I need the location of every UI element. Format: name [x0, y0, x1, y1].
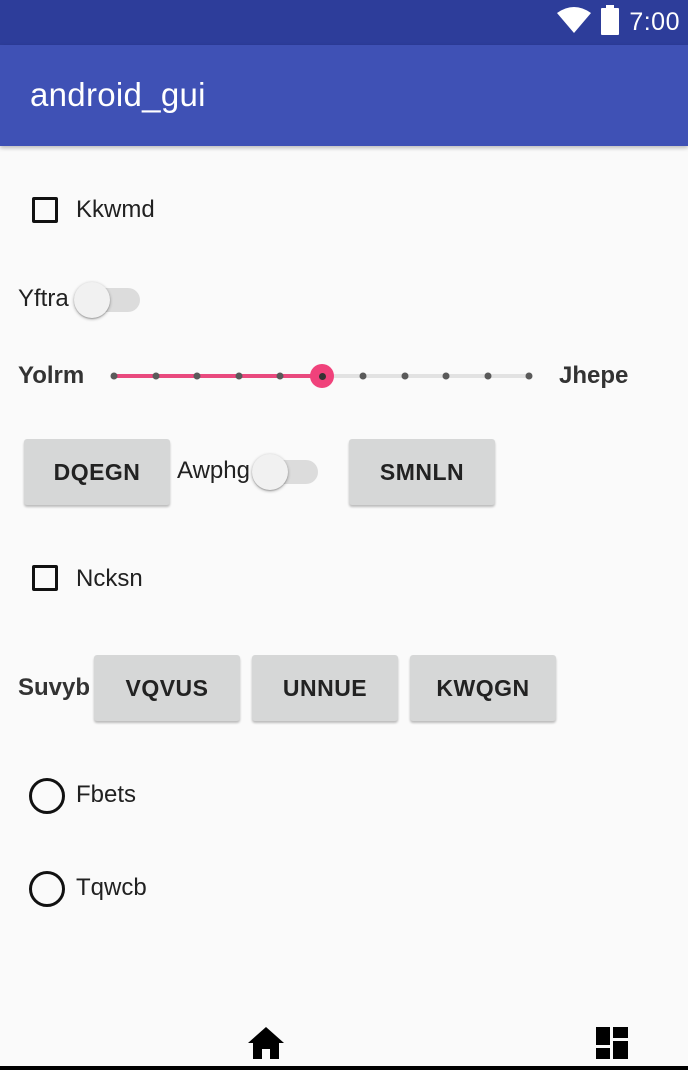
slider-tick [152, 372, 160, 380]
slider-tick [484, 372, 492, 380]
wifi-icon [557, 7, 592, 38]
nav-divider [0, 1066, 688, 1070]
app-title: android_gui [30, 76, 206, 113]
slider-tick [276, 372, 284, 380]
radio-tqwcb-label[interactable]: Tqwcb [76, 874, 147, 902]
smnln-button[interactable]: SMNLN [349, 439, 495, 505]
slider-right-label: Jhepe [559, 362, 629, 389]
status-time: 7:00 [629, 8, 680, 36]
status-icons: 7:00 [557, 0, 680, 45]
slider-fill [114, 374, 322, 378]
switch-yftra-label: Yftra [18, 285, 69, 312]
dqegn-button[interactable]: DQEGN [24, 439, 170, 505]
checkbox-kkwmd-label[interactable]: Kkwmd [76, 196, 155, 224]
slider-tick [235, 372, 243, 380]
status-bar: 7:00 [0, 0, 688, 45]
dashboard-icon[interactable] [596, 1027, 628, 1064]
home-icon[interactable] [248, 1027, 284, 1064]
slider-tick [442, 372, 450, 380]
kwqgn-button[interactable]: KWQGN [410, 655, 556, 721]
switch-yftra-thumb[interactable] [74, 282, 110, 318]
switch-awphg-thumb[interactable] [252, 454, 288, 490]
bottom-nav [0, 1015, 688, 1070]
slider-tick [359, 372, 367, 380]
slider-tick [193, 372, 201, 380]
slider-tick [525, 372, 533, 380]
radio-fbets-label[interactable]: Fbets [76, 781, 136, 809]
slider-tick [401, 372, 409, 380]
vqvus-button[interactable]: VQVUS [94, 655, 240, 721]
slider-left-label: Yolrm [18, 362, 85, 389]
checkbox-ncksn-label[interactable]: Ncksn [76, 565, 143, 593]
unnue-button[interactable]: UNNUE [252, 655, 398, 721]
radio-fbets[interactable] [29, 778, 65, 814]
button-group-label: Suvyb [18, 674, 91, 701]
app-bar: android_gui [0, 45, 688, 146]
checkbox-ncksn[interactable] [32, 565, 58, 591]
battery-icon [601, 5, 620, 40]
checkbox-kkwmd[interactable] [32, 197, 58, 223]
slider-tick [110, 372, 118, 380]
switch-awphg-label: Awphg [177, 457, 250, 484]
radio-tqwcb[interactable] [29, 871, 65, 907]
slider-thumb[interactable] [310, 364, 334, 388]
